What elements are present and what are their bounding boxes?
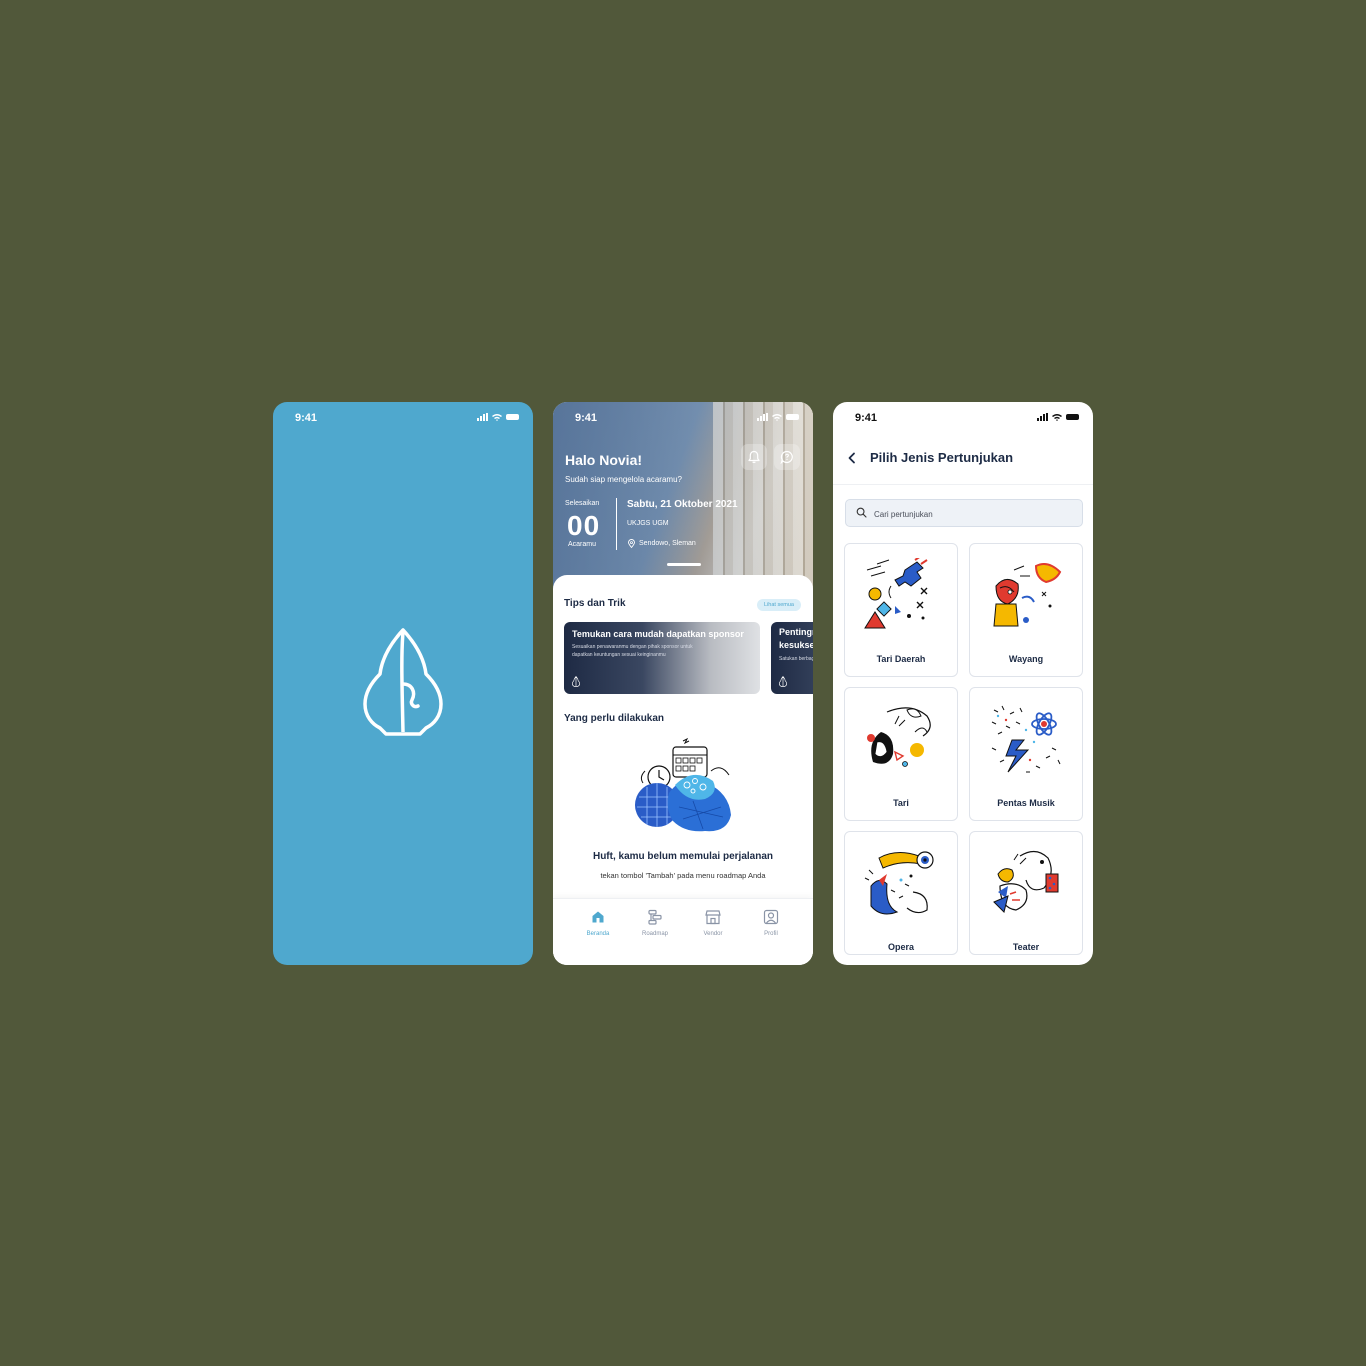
counter-label: Selesaikan [565,500,600,507]
category-picker-screen: 9:41 Pilih Jenis Pertunjukan Tari Daerah [833,402,1093,965]
category-card-tari-daerah[interactable]: Tari Daerah [844,543,958,677]
bell-icon [748,450,760,464]
wifi-icon [772,414,782,421]
tab-label: Beranda [586,931,610,937]
signal-icon [1037,413,1048,421]
status-time: 9:41 [575,412,598,424]
event-date: Sabtu, 21 Oktober 2021 [627,499,738,510]
counter-sublabel: Acaramu [568,541,597,548]
chat-button[interactable] [774,444,800,470]
see-all-button[interactable]: Lihat semua [757,599,801,611]
status-bar: 9:41 [833,402,1093,432]
page-header: Pilih Jenis Pertunjukan [833,432,1093,485]
tab-beranda[interactable]: Beranda [569,909,627,937]
wayang-illustration [993,563,1062,627]
gunungan-icon [572,676,580,687]
gunungan-icon [779,676,787,687]
search-bar[interactable] [845,499,1083,527]
location-pin-icon [628,539,635,548]
wifi-icon [492,414,502,421]
todo-section-title: Yang perlu dilakukan [564,713,665,724]
signal-icon [757,413,768,421]
tip-title: Temukan cara mudah dapatkan sponsor [572,629,744,639]
battery-icon [786,414,799,420]
bottom-tab-bar: Beranda Roadmap Vendor Profil [553,898,813,965]
search-input[interactable] [872,505,1076,523]
home-screen: 9:41 Halo Novia! Sudah siap mengelola ac… [553,402,813,965]
status-time: 9:41 [295,412,318,424]
category-card-teater[interactable]: Teater [969,831,1083,955]
teater-illustration [993,850,1059,913]
signal-icon [477,413,488,421]
gunungan-icon [363,628,443,736]
greeting-subtitle: Sudah siap mengelola acaramu? [565,475,682,484]
roadmap-icon [648,909,662,925]
battery-icon [1066,414,1079,420]
tip-description: Satukan berbagai [779,656,813,662]
tab-profil[interactable]: Profil [742,909,800,937]
tip-card[interactable]: Pentingnya kesuksesan Satukan berbagai [771,622,813,694]
category-card-opera[interactable]: Opera [844,831,958,955]
tip-title: Pentingnya kesuksesan [779,627,813,650]
status-bar: 9:41 [273,402,533,432]
category-label: Tari Daerah [876,654,926,664]
counter-value: 00 [567,510,601,541]
category-card-pentas-musik[interactable]: Pentas Musik [969,687,1083,821]
splash-screen: 9:41 [273,402,533,965]
status-bar: 9:41 [553,402,813,432]
page-title: Pilih Jenis Pertunjukan [870,450,1014,465]
event-location-text: Sendowo, Sleman [639,540,696,547]
home-icon [592,911,604,923]
greeting-title: Halo Novia! [565,452,643,468]
tab-vendor[interactable]: Vendor [684,909,742,937]
tari-illustration [867,707,931,767]
category-label: Wayang [1008,654,1044,664]
tab-label: Roadmap [641,931,668,937]
category-label: Pentas Musik [997,798,1055,808]
category-card-tari[interactable]: Tari [844,687,958,821]
status-time: 9:41 [855,412,878,424]
back-arrow-icon[interactable] [847,452,857,464]
pentas-musik-illustration [991,705,1061,773]
category-label: Opera [887,942,914,952]
profile-icon [763,909,779,925]
tips-section-title: Tips dan Trik [564,598,626,609]
carousel-indicator [667,563,701,566]
notification-button[interactable] [741,444,767,470]
store-icon [705,910,721,925]
divider [616,498,617,550]
chat-icon [780,450,793,464]
tip-description: Sesuaikan penawaranmu dengan pihak spons… [572,644,693,658]
battery-icon [506,414,519,420]
empty-state-illustration [635,737,731,832]
tari-daerah-illustration [864,558,928,629]
empty-state-title: Huft, kamu belum memulai perjalanan [592,851,774,862]
category-card-wayang[interactable]: Wayang [969,543,1083,677]
wifi-icon [1052,414,1062,421]
tab-label: Profil [764,931,778,937]
search-icon [856,507,867,518]
category-label: Teater [1012,942,1040,952]
tab-label: Vendor [703,931,723,937]
empty-state-description: tekan tombol 'Tambah' pada menu roadmap … [600,871,766,880]
event-place: UKJGS UGM [627,520,669,527]
event-location: Sendowo, Sleman [627,539,696,548]
tab-roadmap[interactable]: Roadmap [626,909,684,937]
tip-card[interactable]: Temukan cara mudah dapatkan sponsor Sesu… [564,622,760,694]
category-label: Tari [893,798,909,808]
opera-illustration [864,851,934,915]
